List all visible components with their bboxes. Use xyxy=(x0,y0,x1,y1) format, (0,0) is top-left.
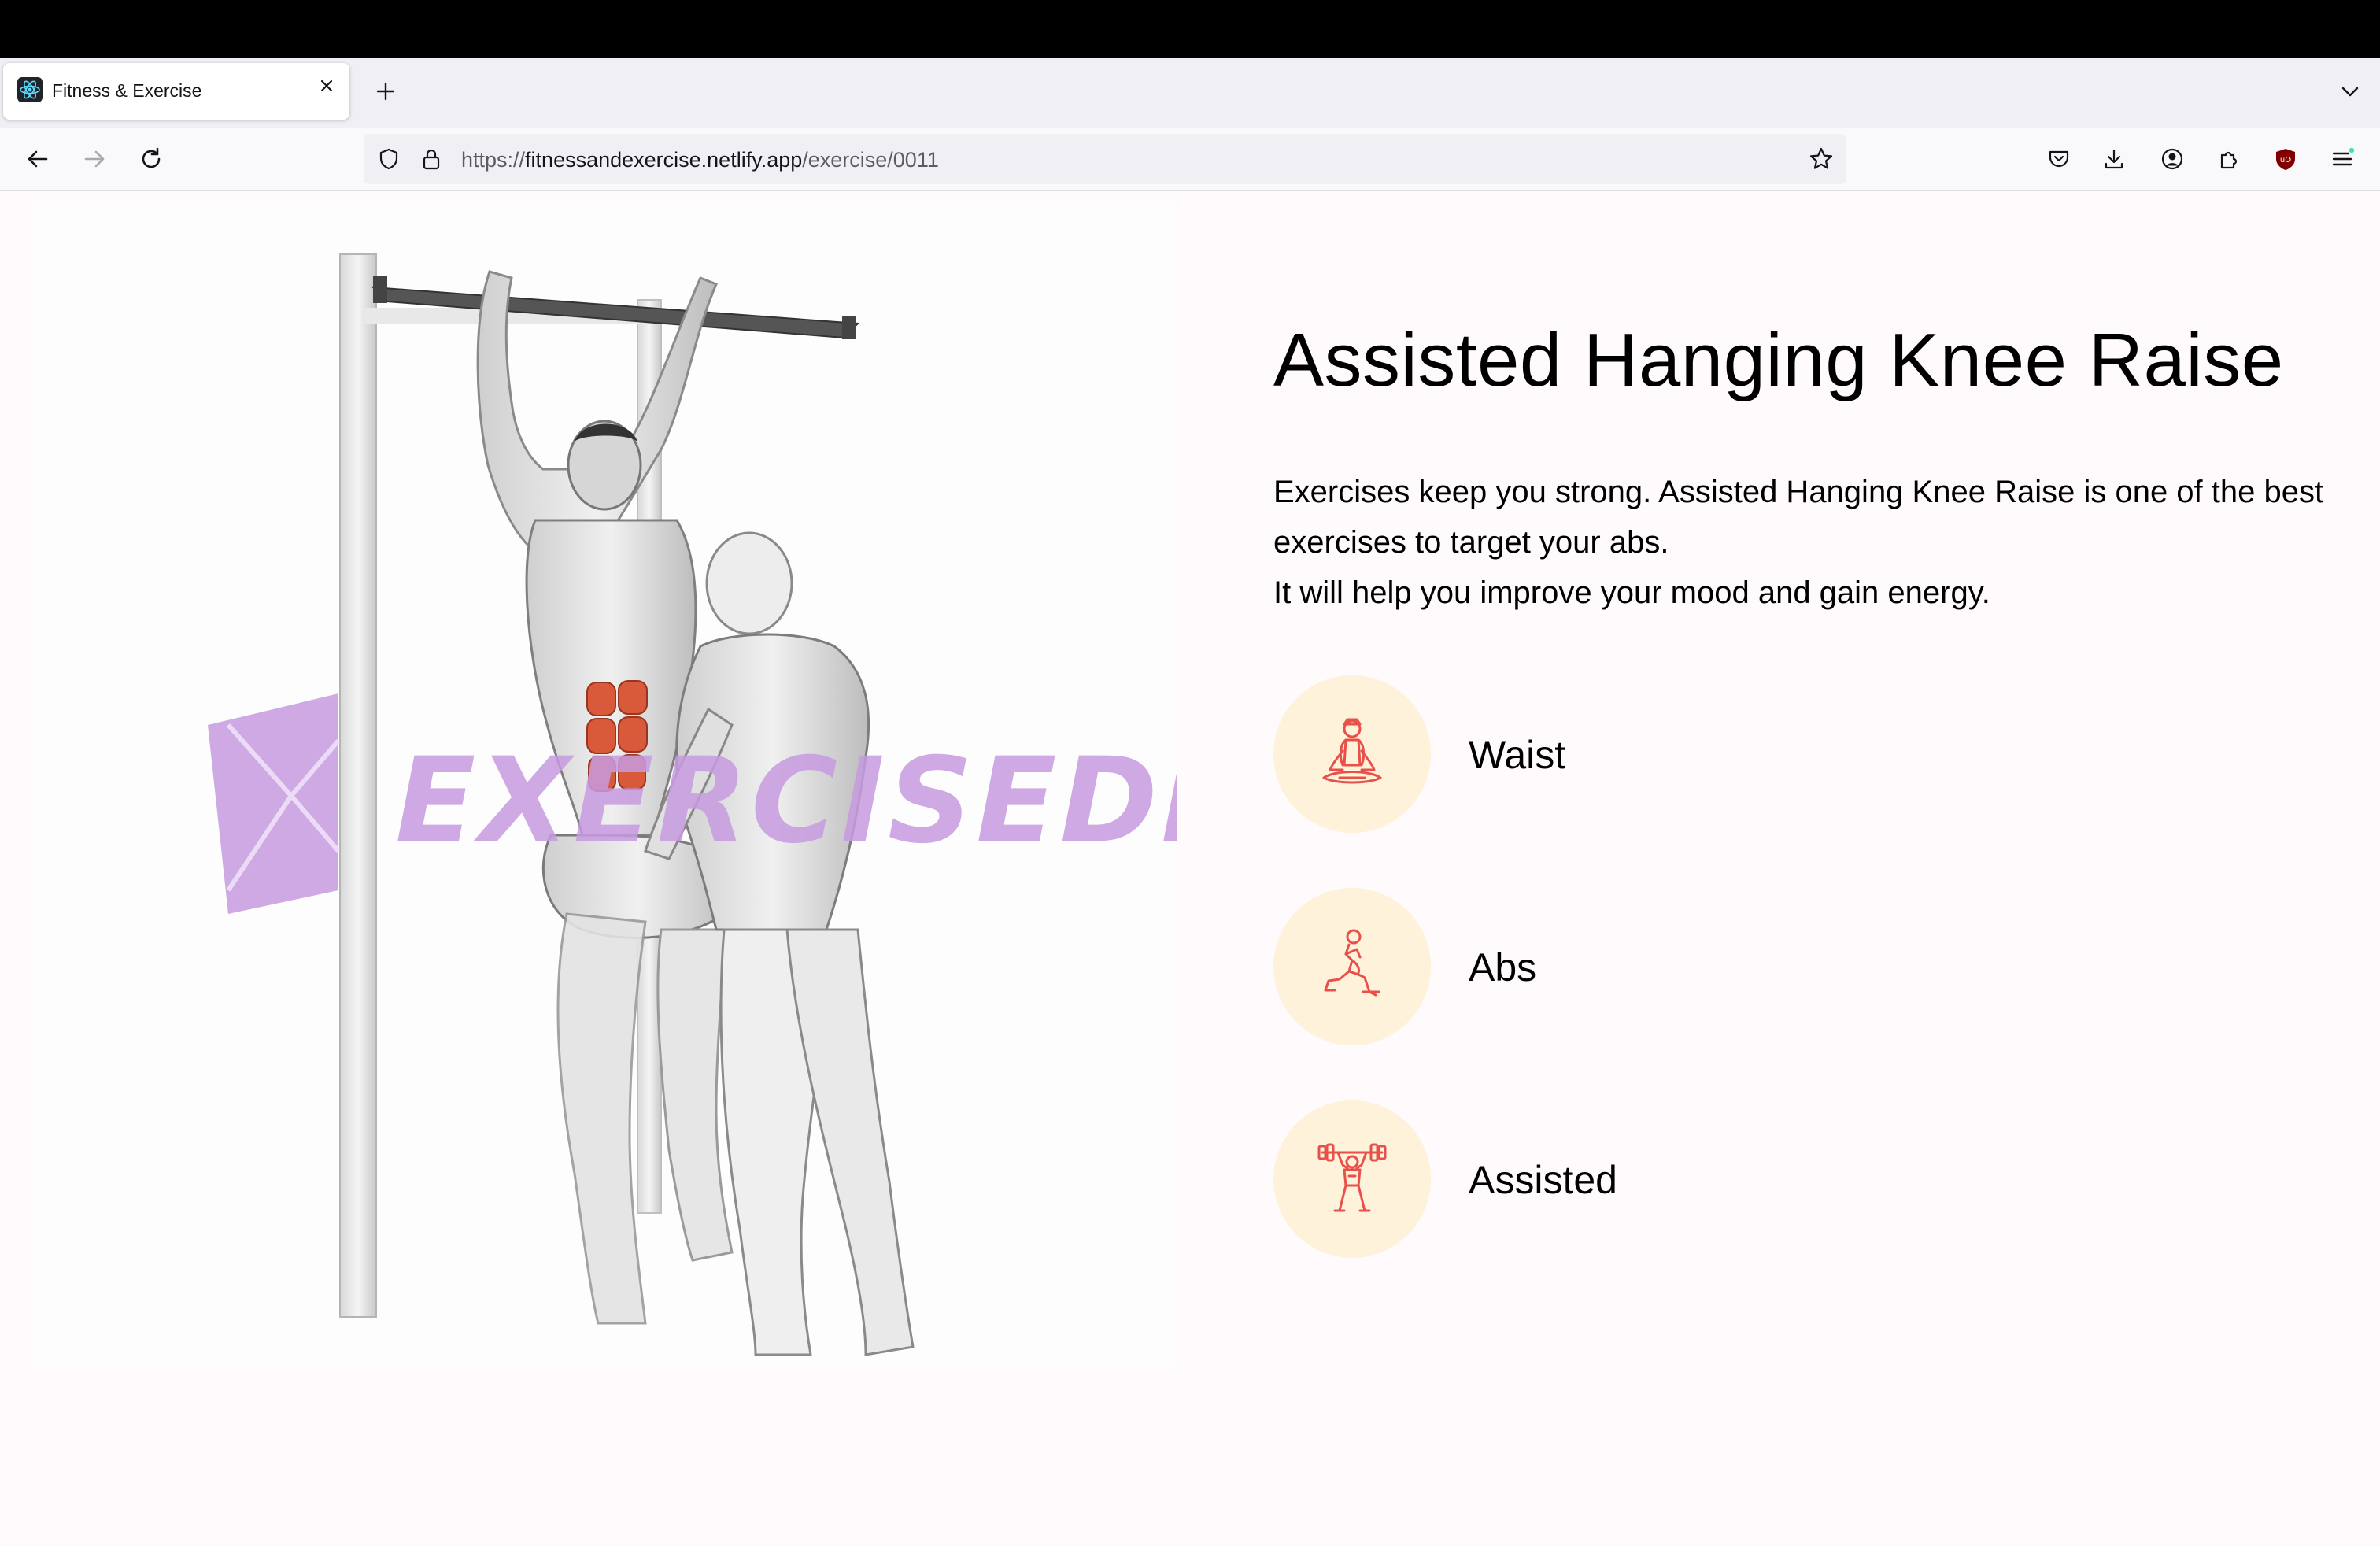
page-content: EXERCISEDB Assisted Hanging Knee Raise E… xyxy=(0,191,2380,1546)
url-host: fitnessandexercise.netlify.app xyxy=(525,148,803,172)
tag-icon-circle[interactable] xyxy=(1273,1100,1431,1258)
menu-icon[interactable] xyxy=(2325,142,2360,176)
lock-icon[interactable] xyxy=(417,145,445,173)
tab-strip: Fitness & Exercise xyxy=(0,58,2380,128)
description-line: Exercises keep you strong. Assisted Hang… xyxy=(1273,475,2324,560)
meditation-pose-icon xyxy=(1322,718,1382,784)
tag-icon-circle[interactable] xyxy=(1273,888,1431,1045)
lunge-stretch-icon xyxy=(1324,929,1380,997)
extensions-icon[interactable] xyxy=(2212,142,2246,176)
close-tab-icon[interactable] xyxy=(315,74,338,98)
account-icon[interactable] xyxy=(2155,142,2190,176)
tag-label: Assisted xyxy=(1469,1158,1617,1202)
weightlifter-icon xyxy=(1318,1143,1387,1212)
tag-abs[interactable]: Abs xyxy=(1273,888,1903,1045)
exercise-description: Exercises keep you strong. Assisted Hang… xyxy=(1273,467,2360,618)
tag-label: Abs xyxy=(1469,945,1537,989)
url-text[interactable]: https://fitnessandexercise.netlify.app/e… xyxy=(461,148,939,172)
react-logo-icon xyxy=(17,77,42,102)
tag-assisted[interactable]: Assisted xyxy=(1273,1100,1903,1258)
svg-text:uO: uO xyxy=(2280,156,2291,165)
tag-waist[interactable]: Waist xyxy=(1273,675,1903,833)
exercise-title: Assisted Hanging Knee Raise xyxy=(1273,318,2284,402)
reload-icon[interactable] xyxy=(134,142,168,176)
shield-icon[interactable] xyxy=(375,145,403,173)
back-arrow-icon[interactable] xyxy=(20,142,55,176)
download-icon[interactable] xyxy=(2097,142,2131,176)
os-top-bar xyxy=(0,0,2380,58)
forward-arrow-icon[interactable] xyxy=(77,142,112,176)
navigation-toolbar: https://fitnessandexercise.netlify.app/e… xyxy=(0,128,2380,191)
address-bar[interactable]: https://fitnessandexercise.netlify.app/e… xyxy=(364,134,1846,184)
watermark-text: EXERCISEDB xyxy=(395,733,1177,870)
new-tab-icon[interactable] xyxy=(370,76,401,107)
url-path: /exercise/0011 xyxy=(802,148,939,172)
tag-icon-circle[interactable] xyxy=(1273,675,1431,833)
tab-title: Fitness & Exercise xyxy=(52,80,202,101)
bookmark-star-icon[interactable] xyxy=(1807,145,1835,173)
exercise-gif-image: EXERCISEDB xyxy=(31,205,1251,1370)
description-line: It will help you improve your mood and g… xyxy=(1273,575,1990,610)
chevron-down-icon[interactable] xyxy=(2334,76,2366,107)
browser-tab[interactable]: Fitness & Exercise xyxy=(3,63,349,120)
url-scheme: https:// xyxy=(461,148,526,172)
ublock-icon[interactable]: uO xyxy=(2268,142,2303,176)
tag-label: Waist xyxy=(1469,733,1566,777)
pocket-icon[interactable] xyxy=(2042,142,2076,176)
